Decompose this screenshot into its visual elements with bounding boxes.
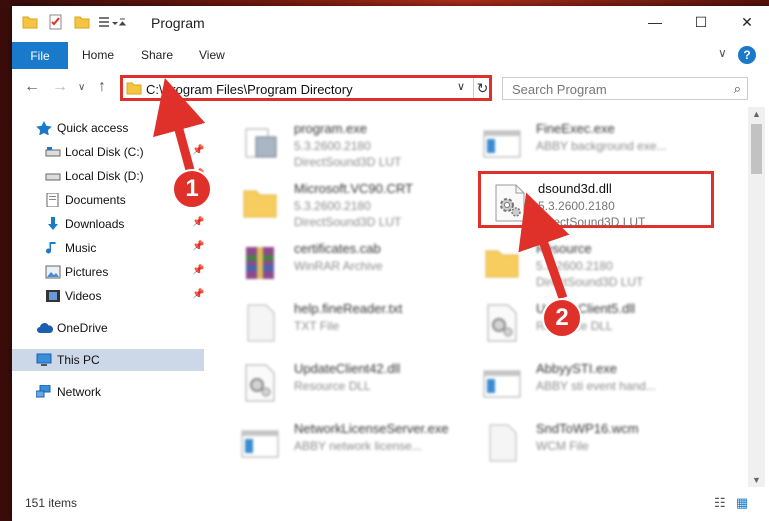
sidebar-item-downloads[interactable]: Downloads 📌 <box>12 213 204 235</box>
minimize-button[interactable]: — <box>632 6 678 38</box>
explorer-window: Program — ☐ ✕ File Home Share View ∨ ? ←… <box>12 6 769 521</box>
sidebar-item-this-pc[interactable]: This PC <box>12 349 204 371</box>
file-tile[interactable]: SndToWP16.wcm WCM File <box>482 417 712 473</box>
vertical-scrollbar[interactable]: ▲ ▼ <box>748 107 765 487</box>
file-tile[interactable]: Resource 5.3.2600.2180 DirectSound3D LUT <box>482 237 712 293</box>
forward-button[interactable]: → <box>52 78 68 96</box>
pc-icon <box>36 353 52 367</box>
sidebar-item-pictures[interactable]: Pictures 📌 <box>12 261 204 283</box>
tab-file[interactable]: File <box>12 42 68 69</box>
scroll-down-icon[interactable]: ▼ <box>752 475 761 485</box>
navigation-pane: Quick access Local Disk (C:) 📌 Local Dis… <box>12 107 208 487</box>
search-input[interactable]: Search Program ⌕ <box>502 77 748 100</box>
window-title: Program <box>151 15 205 31</box>
file-tile[interactable]: Microsoft.VC90.CRT 5.3.2600.2180 DirectS… <box>240 177 470 233</box>
sidebar-item-music[interactable]: Music 📌 <box>12 237 204 259</box>
window-app-icon <box>482 363 522 403</box>
exe-icon <box>240 123 280 163</box>
sidebar-item-videos[interactable]: Videos 📌 <box>12 285 204 307</box>
file-tile[interactable]: NetworkLicenseServer.exe ABBY network li… <box>240 417 470 473</box>
details-view-icon[interactable]: ☷ <box>714 495 726 511</box>
dll-gear-icon <box>490 183 530 223</box>
text-file-icon <box>240 303 280 343</box>
tab-view[interactable]: View <box>199 48 225 62</box>
window-app-icon <box>482 123 522 163</box>
star-icon <box>36 121 52 136</box>
sidebar-item-onedrive[interactable]: OneDrive <box>12 317 204 339</box>
drive-icon <box>45 145 61 159</box>
status-bar: 151 items ☷ ▦ <box>12 489 769 515</box>
properties-icon[interactable] <box>48 14 64 33</box>
recent-locations-button[interactable]: ∨ <box>78 82 85 93</box>
folder-icon <box>22 14 38 33</box>
sidebar-item-network[interactable]: Network <box>12 381 204 403</box>
step-badge-2: 2 <box>542 298 582 338</box>
file-tile-dsound3d[interactable]: dsound3d.dll 5.3.2600.2180 DirectSound3D… <box>490 177 720 233</box>
maximize-button[interactable]: ☐ <box>678 6 724 38</box>
music-icon <box>45 241 61 255</box>
pictures-icon <box>45 265 61 279</box>
pin-icon: 📌 <box>192 145 205 156</box>
download-icon <box>45 217 61 231</box>
customize-toolbar-icon[interactable] <box>98 14 127 33</box>
network-icon <box>35 384 52 399</box>
pin-icon: 📌 <box>192 265 205 276</box>
address-dropdown-icon[interactable]: ∨ <box>457 80 465 93</box>
file-tile[interactable]: help.fineReader.txt TXT File <box>240 297 470 353</box>
file-list: program.exe 5.3.2600.2180 DirectSound3D … <box>208 107 748 487</box>
back-button[interactable]: ← <box>24 78 40 96</box>
folder-icon <box>126 80 142 99</box>
title-bar: Program — ☐ ✕ <box>12 6 769 38</box>
sidebar-item-local-disk-c[interactable]: Local Disk (C:) 📌 <box>12 141 204 163</box>
drive-icon <box>45 169 61 183</box>
collapse-ribbon-button[interactable]: ∨ <box>718 46 727 60</box>
window-app-icon <box>240 423 280 463</box>
item-count: 151 items <box>25 496 78 510</box>
pin-icon: 📌 <box>192 241 205 252</box>
videos-icon <box>45 289 61 303</box>
ribbon-tabs: File Home Share View ∨ ? <box>12 42 769 69</box>
file-tile[interactable]: program.exe 5.3.2600.2180 DirectSound3D … <box>240 117 470 173</box>
file-tile[interactable]: certificates.cab WinRAR Archive <box>240 237 470 293</box>
search-icon[interactable]: ⌕ <box>734 81 741 97</box>
help-icon[interactable]: ? <box>738 46 756 64</box>
text-file-icon <box>482 423 522 463</box>
file-tile[interactable]: UpdateClient42.dll Resource DLL <box>240 357 470 413</box>
scroll-up-icon[interactable]: ▲ <box>752 109 761 119</box>
archive-icon <box>240 243 280 283</box>
address-path: C:\Program Files\Program Directory <box>146 82 353 97</box>
new-folder-icon[interactable] <box>74 14 90 33</box>
folder-icon <box>482 243 522 283</box>
pin-icon: 📌 <box>192 289 205 300</box>
cloud-icon <box>36 321 54 335</box>
refresh-icon[interactable]: ↻ <box>473 78 491 98</box>
pin-icon: 📌 <box>192 217 205 228</box>
up-button[interactable]: ↑ <box>98 78 106 96</box>
folder-icon <box>240 183 280 223</box>
address-bar[interactable]: C:\Program Files\Program Directory ∨ ↻ <box>120 75 492 101</box>
documents-icon <box>45 192 61 208</box>
tab-share[interactable]: Share <box>141 48 173 62</box>
scroll-thumb[interactable] <box>751 124 762 174</box>
file-tile[interactable]: FineExec.exe ABBY background exe... <box>482 117 712 173</box>
close-button[interactable]: ✕ <box>724 6 769 38</box>
dll-gear-icon <box>240 363 280 403</box>
navigation-bar: ← → ∨ ↑ C:\Program Files\Program Directo… <box>12 71 769 105</box>
sidebar-item-quick-access[interactable]: Quick access <box>12 117 204 139</box>
search-placeholder: Search Program <box>512 82 607 97</box>
tab-home[interactable]: Home <box>82 48 114 62</box>
dll-gear-icon <box>482 303 522 343</box>
file-tile[interactable]: UpdateClient5.dll Resource DLL <box>482 297 712 353</box>
tiles-view-icon[interactable]: ▦ <box>736 495 748 511</box>
step-badge-1: 1 <box>172 169 212 209</box>
file-tile[interactable]: AbbyySTI.exe ABBY sti event hand... <box>482 357 712 413</box>
